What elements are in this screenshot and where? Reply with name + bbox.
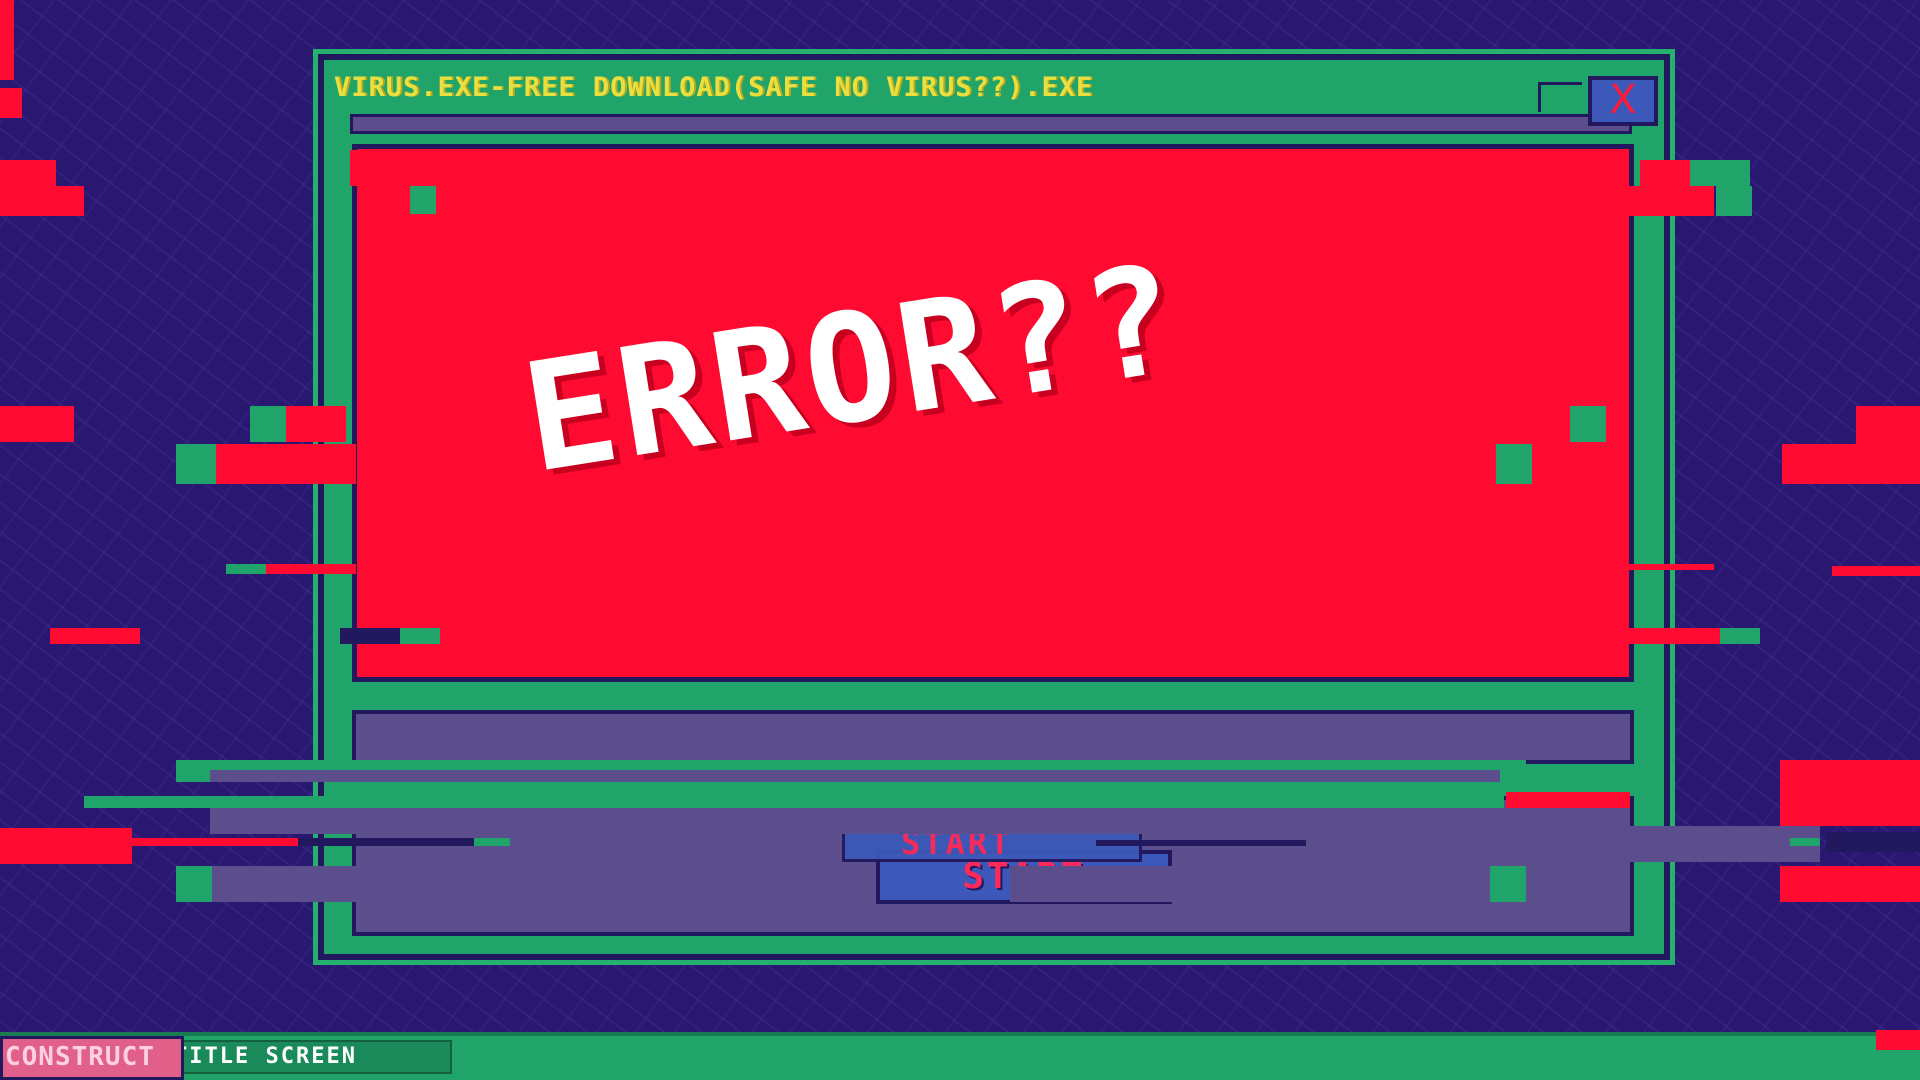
glitch-slice <box>266 564 356 574</box>
glitch-slice <box>1720 628 1760 644</box>
glitch-slice <box>176 866 212 902</box>
glitch-slice <box>0 828 132 864</box>
glitch-slice <box>340 628 400 644</box>
glitch-slice <box>226 564 266 574</box>
glitch-slice <box>0 186 84 216</box>
window-title: VIRUS.EXE-FREE DOWNLOAD(SAFE NO VIRUS??)… <box>334 72 1094 102</box>
glitch-slice <box>250 406 286 442</box>
glitch-slice <box>1780 866 1920 902</box>
glitch-slice <box>286 406 346 442</box>
glitch-slice <box>1832 566 1920 576</box>
glitch-slice <box>350 150 410 186</box>
glitch-slice <box>474 838 510 846</box>
glitch-slice <box>132 838 298 846</box>
glitch-slice <box>84 796 1504 808</box>
glitch-slice <box>1010 866 1490 902</box>
close-button[interactable]: X <box>1588 76 1658 126</box>
glitch-slice <box>1520 826 1820 862</box>
taskbar-start-button[interactable]: CONSTRUCT <box>0 1036 184 1080</box>
glitch-slice <box>1620 186 1714 216</box>
glitch-slice <box>0 88 22 118</box>
glitch-slice <box>1856 406 1920 446</box>
glitch-slice <box>1490 866 1526 902</box>
glitch-slice <box>1690 160 1750 186</box>
glitch-slice <box>1570 406 1606 442</box>
glitch-slice <box>1782 444 1920 484</box>
glitch-slice <box>1624 564 1714 570</box>
error-panel: ERROR?? <box>352 144 1634 682</box>
minimize-icon[interactable] <box>1538 82 1582 112</box>
glitch-slice <box>1790 838 1820 846</box>
title-bar-strip <box>350 114 1632 134</box>
glitch-slice <box>210 770 1500 782</box>
glitch-slice <box>50 628 140 644</box>
glitch-corner <box>1876 1030 1920 1050</box>
error-message: ERROR?? <box>512 231 1193 507</box>
glitch-slice <box>298 838 478 846</box>
glitch-slice <box>176 444 216 484</box>
glitch-slice <box>1530 406 1570 442</box>
glitch-slice <box>1780 760 1920 826</box>
glitch-slice <box>400 628 440 644</box>
glitch-slice <box>1496 444 1532 484</box>
taskbar-item-title-screen[interactable]: TITLE SCREEN <box>152 1040 452 1074</box>
glitch-slice <box>0 406 74 442</box>
glitch-slice <box>216 444 356 484</box>
glitch-slice <box>1716 186 1752 216</box>
glitch-slice <box>1826 832 1920 852</box>
glitch-slice <box>1620 628 1720 644</box>
glitch-slice <box>1506 792 1630 808</box>
glitch-slice <box>1096 840 1306 846</box>
glitch-slice <box>210 808 1500 834</box>
glitch-slice <box>0 0 14 80</box>
glitch-slice <box>410 186 436 214</box>
message-field <box>352 710 1634 764</box>
glitch-slice <box>212 866 712 902</box>
